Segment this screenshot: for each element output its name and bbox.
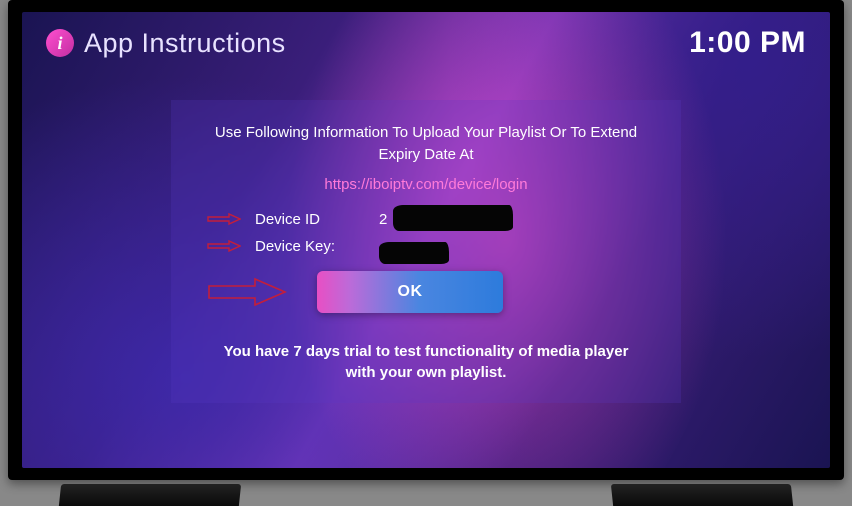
instructions-panel: Use Following Information To Upload Your… <box>171 100 681 403</box>
tv-leg <box>59 484 241 506</box>
arrow-icon <box>207 275 287 309</box>
trial-note: You have 7 days trial to test functional… <box>207 341 645 383</box>
title-wrap: i App Instructions <box>46 28 286 59</box>
tv-leg <box>611 484 793 506</box>
device-fields: Device ID 2 92 Device Key: <box>207 211 645 255</box>
redaction-mark <box>379 242 449 264</box>
screen-background: i App Instructions 1:00 PM Use Following… <box>22 12 830 468</box>
clock: 1:00 PM <box>689 26 806 60</box>
device-key-row: Device Key: <box>207 238 645 255</box>
instructions-lead: Use Following Information To Upload Your… <box>207 122 645 166</box>
login-url: https://iboiptv.com/device/login <box>207 176 645 193</box>
device-id-row: Device ID 2 92 <box>207 211 645 228</box>
arrow-icon <box>207 239 241 253</box>
info-icon: i <box>46 29 74 57</box>
arrow-icon <box>207 212 241 226</box>
device-id-label: Device ID <box>255 211 365 228</box>
tv-stand <box>0 480 852 506</box>
ok-button[interactable]: OK <box>317 271 503 313</box>
device-id-value: 2 92 <box>379 211 529 228</box>
header: i App Instructions 1:00 PM <box>46 26 806 60</box>
tv-frame: i App Instructions 1:00 PM Use Following… <box>8 0 844 480</box>
page-title: App Instructions <box>84 28 286 59</box>
device-key-label: Device Key: <box>255 238 365 255</box>
ok-row: OK <box>207 271 645 313</box>
redaction-mark <box>393 205 513 231</box>
